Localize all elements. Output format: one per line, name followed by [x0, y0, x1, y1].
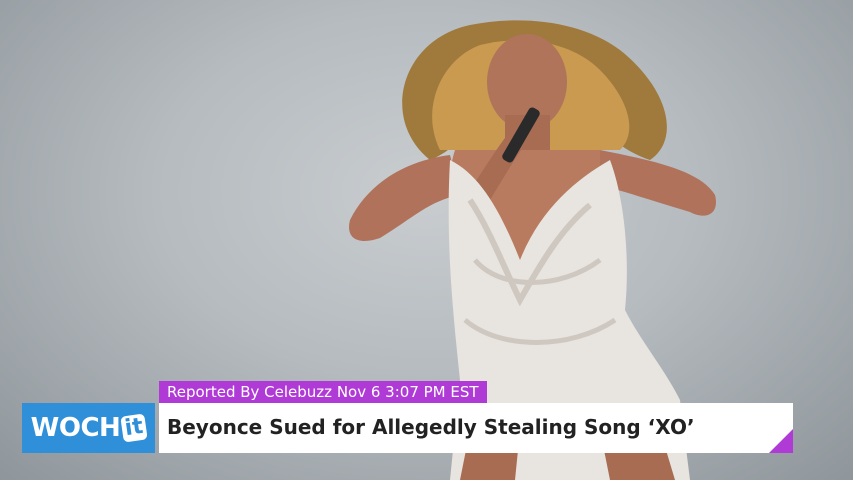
wochit-logo: WOCH it [22, 403, 155, 453]
headline-text: Beyonce Sued for Allegedly Stealing Song… [167, 415, 695, 439]
reporter-caption: Reported By Celebuzz Nov 6 3:07 PM EST [159, 381, 487, 403]
corner-triangle-icon [769, 429, 793, 453]
headline-banner: Beyonce Sued for Allegedly Stealing Song… [159, 403, 793, 453]
logo-badge: it [120, 413, 149, 443]
logo-wordmark: WOCH [30, 413, 121, 443]
